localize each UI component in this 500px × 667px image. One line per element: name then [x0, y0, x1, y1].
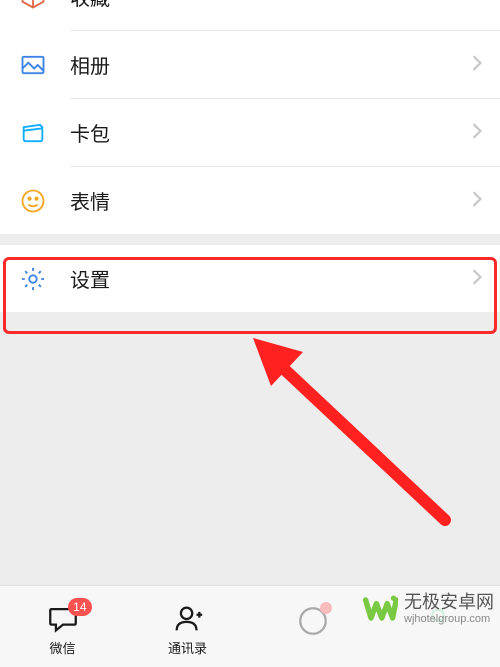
contacts-icon [171, 602, 205, 636]
tab-label [436, 640, 440, 655]
chevron-right-icon [472, 269, 482, 288]
cube-icon [18, 0, 48, 12]
menu-item-favorites[interactable]: 收藏 [0, 0, 500, 30]
image-icon [18, 50, 48, 80]
tab-label: 通讯录 [168, 638, 207, 657]
tab-chats[interactable]: 14 微信 [0, 602, 125, 657]
chat-icon: 14 [46, 602, 80, 636]
badge-count: 14 [68, 598, 91, 616]
chevron-right-icon [472, 0, 482, 1]
card-icon [18, 118, 48, 148]
watermark-logo-icon [362, 591, 398, 627]
menu-label: 收藏 [70, 0, 472, 11]
smile-icon [18, 186, 48, 216]
menu-item-album[interactable]: 相册 [0, 31, 500, 98]
menu-item-stickers[interactable]: 表情 [0, 167, 500, 234]
chevron-right-icon [472, 191, 482, 210]
compass-icon [296, 604, 330, 638]
watermark-name: 无极安卓网 [404, 593, 494, 613]
menu-label: 卡包 [70, 118, 472, 147]
chevron-right-icon [472, 123, 482, 142]
chevron-right-icon [472, 55, 482, 74]
tab-label [311, 640, 315, 655]
tab-contacts[interactable]: 通讯录 [125, 602, 250, 657]
tab-label: 微信 [49, 638, 75, 657]
gear-icon [18, 264, 48, 294]
dot-badge [320, 602, 332, 614]
menu-label: 相册 [70, 50, 472, 79]
menu-label: 设置 [70, 264, 472, 293]
watermark-url: wjhotelgroup.com [404, 613, 494, 625]
tab-discover[interactable] [250, 604, 375, 655]
menu-item-wallet[interactable]: 卡包 [0, 99, 500, 166]
menu-label: 表情 [70, 186, 472, 215]
watermark: 无极安卓网 wjhotelgroup.com [362, 591, 494, 627]
menu-item-settings[interactable]: 设置 [0, 245, 500, 312]
